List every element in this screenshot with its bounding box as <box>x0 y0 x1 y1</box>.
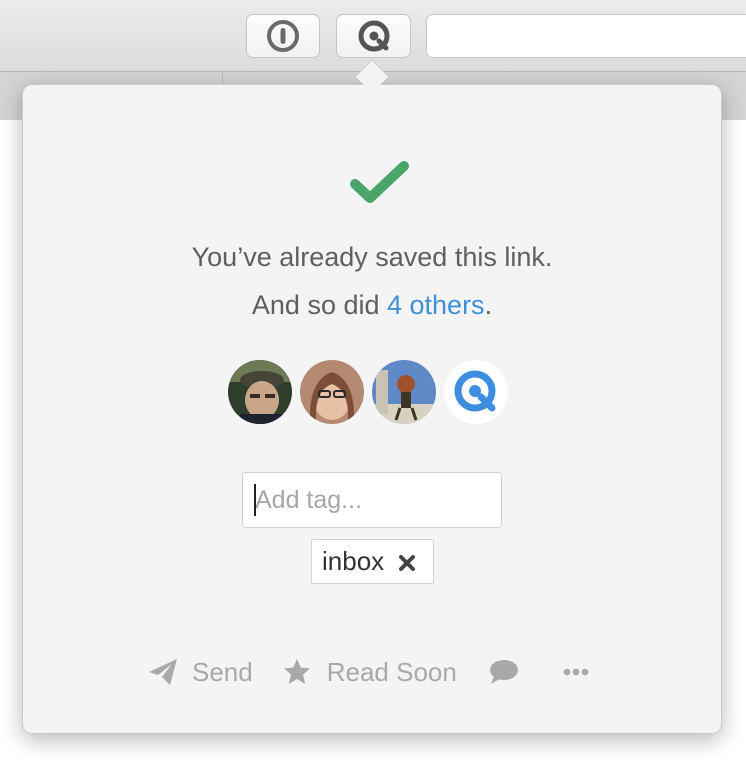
avatar-list <box>228 360 508 424</box>
text-caret <box>254 484 256 516</box>
tag-label: inbox <box>322 546 385 576</box>
send-label: Send <box>192 656 253 687</box>
comment-button[interactable] <box>489 659 519 685</box>
others-message-prefix: And so did <box>251 290 387 320</box>
address-bar[interactable] <box>426 14 746 58</box>
instapaper-logo-icon <box>358 20 389 52</box>
checkmark-icon <box>350 161 409 203</box>
user-avatar-1[interactable] <box>228 360 292 424</box>
others-link[interactable]: 4 others <box>387 290 485 320</box>
instapaper-avatar[interactable] <box>444 360 508 424</box>
speech-bubble-icon <box>489 660 518 684</box>
1password-button[interactable] <box>246 14 320 58</box>
user-avatar-3[interactable] <box>372 360 436 424</box>
paper-plane-icon <box>149 659 177 685</box>
add-tag-input[interactable] <box>242 472 502 528</box>
1password-keyhole-icon <box>267 20 299 52</box>
more-button[interactable] <box>563 668 589 676</box>
star-icon <box>283 659 310 684</box>
ellipsis-icon <box>563 668 589 676</box>
instapaper-button[interactable] <box>336 14 411 58</box>
others-message: And so did 4 others. <box>22 290 722 321</box>
others-message-suffix: . <box>484 290 493 320</box>
read-soon-label: Read Soon <box>326 656 457 687</box>
tag-chip-inbox: inbox <box>311 539 434 584</box>
user-avatar-2[interactable] <box>300 360 364 424</box>
read-soon-button[interactable]: Read Soon <box>283 657 457 688</box>
close-x-icon[interactable] <box>398 554 416 572</box>
send-button[interactable]: Send <box>148 657 253 688</box>
action-bar: Send Read Soon <box>148 652 589 692</box>
saved-message: You’ve already saved this link. <box>191 242 553 272</box>
